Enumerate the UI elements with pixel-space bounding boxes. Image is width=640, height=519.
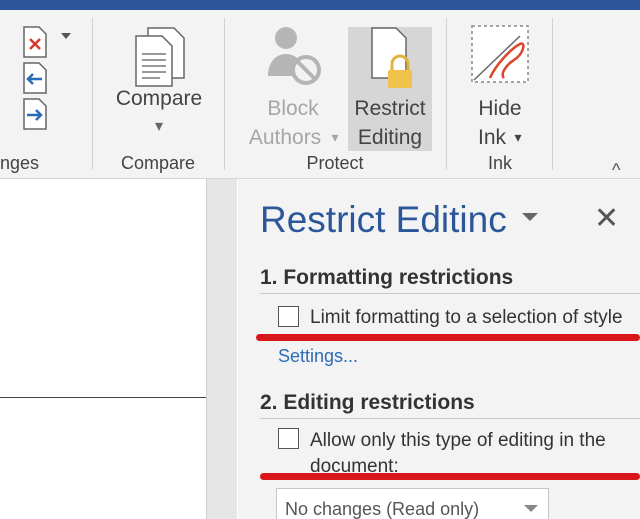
restrict-editing-icon xyxy=(371,27,412,88)
previous-change-icon[interactable] xyxy=(22,62,48,94)
annotation-underline xyxy=(256,334,640,341)
ribbon: nges Compare ▾ Compare Block Authors ▾ R… xyxy=(0,10,640,181)
block-authors-label-line1: Block xyxy=(267,97,319,120)
block-authors-icon xyxy=(268,27,321,85)
reject-dropdown-icon[interactable] xyxy=(61,33,71,39)
hide-ink-label-line1: Hide xyxy=(478,97,522,120)
compare-dropdown-icon: ▾ xyxy=(154,118,164,135)
limit-formatting-checkbox[interactable] xyxy=(278,306,299,327)
group-separator xyxy=(446,18,447,170)
limit-formatting-label: Limit formatting to a selection of style xyxy=(310,307,623,328)
section-divider xyxy=(260,293,640,294)
group-separator xyxy=(552,18,553,170)
next-change-icon[interactable] xyxy=(22,98,48,130)
document-gutter xyxy=(207,179,237,519)
allow-editing-type-checkbox[interactable] xyxy=(278,428,299,449)
editing-type-dropdown-button[interactable] xyxy=(514,488,549,519)
section-divider xyxy=(260,418,640,419)
compare-group-label: Compare xyxy=(120,153,196,173)
compare-button-label: Compare xyxy=(115,87,203,110)
restrict-editing-pane: Restrict Editinc ✕ 1. Formatting restric… xyxy=(238,179,640,519)
group-separator xyxy=(92,18,93,170)
ink-group-label: Ink xyxy=(487,153,512,173)
hide-ink-dropdown-icon: ▾ xyxy=(514,129,522,145)
hide-ink-label-line2: Ink xyxy=(477,126,506,149)
document-horizontal-rule xyxy=(0,397,206,398)
pane-title: Restrict Editinc xyxy=(260,199,507,240)
allow-editing-type-label-line1: Allow only this type of editing in the xyxy=(310,430,606,451)
close-icon[interactable]: ✕ xyxy=(594,201,619,236)
collapse-ribbon-icon[interactable]: ^ xyxy=(612,160,620,181)
changes-group-label: nges xyxy=(0,153,40,173)
compare-documents-icon xyxy=(135,27,185,87)
pane-options-dropdown-icon[interactable] xyxy=(522,213,538,221)
protect-group-label: Protect xyxy=(306,153,364,173)
title-bar-strip xyxy=(0,0,640,10)
annotation-underline xyxy=(260,473,640,480)
block-authors-label-line2: Authors xyxy=(248,126,322,149)
hide-ink-icon xyxy=(471,25,529,83)
editing-type-selected-value: No changes (Read only) xyxy=(285,499,480,519)
editing-type-select[interactable]: No changes (Read only) xyxy=(276,488,518,519)
group-separator xyxy=(224,18,225,170)
reject-change-icon[interactable] xyxy=(22,26,48,58)
block-authors-dropdown-icon: ▾ xyxy=(331,129,339,145)
editing-restrictions-heading: 2. Editing restrictions xyxy=(260,391,475,414)
document-page[interactable] xyxy=(0,179,207,519)
settings-link[interactable]: Settings... xyxy=(278,346,358,367)
formatting-restrictions-heading: 1. Formatting restrictions xyxy=(260,266,514,289)
restrict-editing-label-line1: Restrict xyxy=(354,97,426,120)
chevron-down-icon xyxy=(524,505,538,512)
restrict-editing-label-line2: Editing xyxy=(357,126,423,149)
